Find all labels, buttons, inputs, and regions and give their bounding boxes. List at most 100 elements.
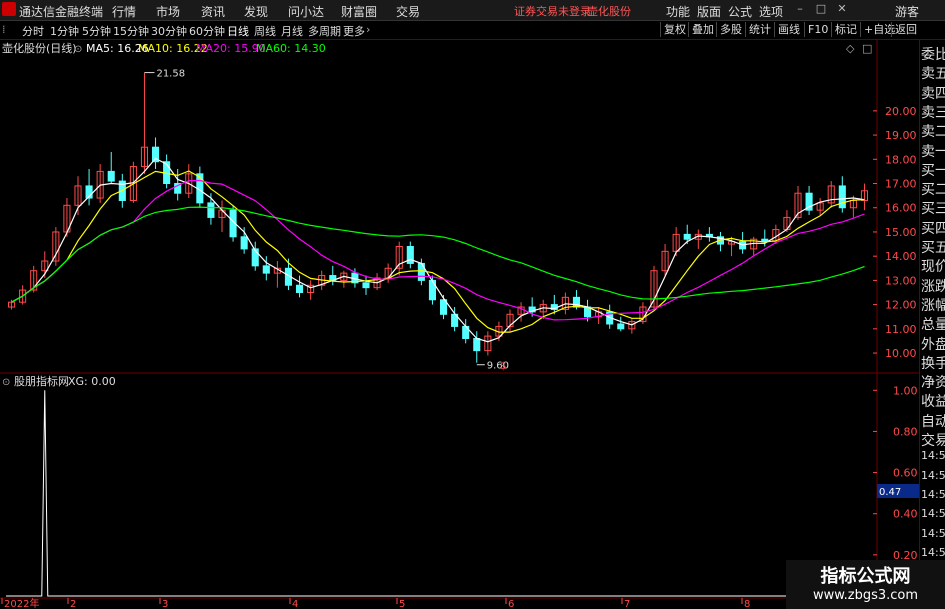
side-item-24[interactable]: 14:56: [921, 507, 945, 520]
watermark-url: www.zbgs3.com: [812, 588, 919, 603]
side-item-20[interactable]: 交易: [921, 430, 945, 450]
side-item-26[interactable]: 14:56: [921, 546, 945, 559]
period-weekly[interactable]: 周线: [254, 23, 276, 39]
main-chart-title: 壶化股份(日线): [2, 41, 77, 55]
btn-diejia[interactable]: 叠加: [688, 22, 717, 37]
kline-chart[interactable]: 壶化股份(日线) ⊙ MA5: 16.26 MA10: 16.22 MA20: …: [0, 40, 919, 609]
indicator-title: 股朋指标网: [14, 374, 69, 388]
quote-side-panel: 委比 卖五 卖四 卖三 卖二 卖一 买一 买二 买三 买四 买五 现价 涨跌 涨幅 总量 外盘 换手 净资 收益 自动…: [919, 40, 945, 609]
menu-hangqing[interactable]: 行情: [112, 3, 136, 20]
period-fenshi[interactable]: 分时: [22, 23, 44, 39]
maximize-icon[interactable]: □: [813, 2, 829, 16]
btn-biaoji[interactable]: 标记: [831, 22, 860, 37]
period-15min[interactable]: 15分钟: [113, 23, 149, 39]
side-item-16[interactable]: 换手: [921, 353, 945, 373]
ind-ytick-label: 0.60: [893, 467, 918, 480]
candle-body: [683, 233, 691, 240]
guest-user-label[interactable]: 游客: [895, 3, 919, 20]
period-30min[interactable]: 30分钟: [151, 23, 187, 39]
menu-banmian[interactable]: 版面: [697, 3, 721, 20]
main-ytick-label: 20.00: [885, 105, 917, 118]
menu-caifuquan[interactable]: 财富圈: [341, 3, 377, 20]
candle-body: [251, 248, 259, 267]
side-item-13[interactable]: 涨幅: [921, 295, 945, 315]
indicator-header: ⊙ 股朋指标网 XG: 0.00: [2, 374, 116, 388]
main-ytick-label: 17.00: [885, 178, 917, 191]
side-item-1[interactable]: 卖五: [921, 63, 945, 83]
period-60min[interactable]: 60分钟: [189, 23, 225, 39]
period-toolbar: ⁞ 分时 1分钟 5分钟 15分钟 30分钟 60分钟 日线 周线 月线 多周期…: [0, 21, 945, 40]
side-item-3[interactable]: 卖三: [921, 102, 945, 122]
candle-body: [240, 236, 248, 250]
main-ytick-label: 13.00: [885, 274, 917, 287]
ind-ytick-label: 1.00: [893, 384, 918, 397]
indicator-value: XG: 0.00: [68, 375, 116, 388]
period-daily[interactable]: 日线: [227, 23, 249, 39]
menu-wenxiaoda[interactable]: 问小达: [288, 3, 324, 20]
side-item-9[interactable]: 买四: [921, 218, 945, 238]
btn-fanhui[interactable]: 返回: [891, 22, 920, 37]
xtick-label: 7: [624, 599, 630, 609]
candle-body: [295, 284, 304, 293]
period-1min[interactable]: 1分钟: [50, 23, 79, 39]
side-item-15[interactable]: 外盘: [921, 334, 945, 354]
period-monthly[interactable]: 月线: [281, 23, 303, 39]
side-item-0[interactable]: 委比: [921, 44, 945, 64]
xtick-label: 6: [508, 599, 514, 609]
main-ytick-label: 19.00: [885, 129, 917, 142]
main-ytick-label: 14.00: [885, 250, 917, 263]
main-ytick-label: 16.00: [885, 202, 917, 215]
trade-login-notice[interactable]: 证券交易未登录: [514, 3, 591, 19]
period-more[interactable]: 更多: [343, 23, 365, 39]
side-item-7[interactable]: 买二: [921, 179, 945, 199]
menu-zixun[interactable]: 资讯: [201, 3, 225, 20]
title-stock-name: 壶化股份: [587, 5, 631, 18]
ex-rights-marker[interactable]: $: [500, 361, 506, 372]
menu-jiaoyi[interactable]: 交易: [396, 3, 420, 20]
side-item-25[interactable]: 14:56: [921, 527, 945, 540]
main-ytick-label: 15.00: [885, 226, 917, 239]
side-item-6[interactable]: 买一: [921, 160, 945, 180]
btn-tongji[interactable]: 统计: [745, 22, 774, 37]
side-item-10[interactable]: 买五: [921, 237, 945, 257]
menu-gongshi[interactable]: 公式: [728, 3, 752, 20]
title-bar: 通达信金融终端 行情 市场 资讯 发现 问小达 财富圈 交易 证券交易未登录 壶…: [0, 0, 945, 21]
side-item-11[interactable]: 现价: [921, 256, 945, 276]
toolbar-handle-icon: ⁞: [2, 23, 6, 36]
side-item-14[interactable]: 总量: [921, 314, 945, 334]
btn-f10[interactable]: F10: [804, 22, 831, 37]
period-5min[interactable]: 5分钟: [82, 23, 111, 39]
side-item-19[interactable]: 自动: [921, 411, 945, 431]
side-item-8[interactable]: 买三: [921, 198, 945, 218]
side-item-17[interactable]: 净资: [921, 372, 945, 392]
expand-icon[interactable]: ◇: [846, 42, 855, 55]
candle-body: [838, 185, 846, 209]
btn-duogu[interactable]: 多股: [716, 22, 745, 37]
title-dropdown-icon[interactable]: ⊙: [74, 44, 82, 55]
side-item-21[interactable]: 14:55: [921, 449, 945, 462]
menu-xuanxiang[interactable]: 选项: [759, 3, 783, 20]
ind-ytick-label: 0.40: [893, 508, 918, 521]
btn-huaxian[interactable]: 画线: [774, 22, 803, 37]
side-item-22[interactable]: 14:55: [921, 469, 945, 482]
menu-shichang[interactable]: 市场: [156, 3, 180, 20]
indicator-current-value: 0.47: [879, 487, 901, 498]
close-icon[interactable]: ✕: [834, 2, 850, 16]
side-item-12[interactable]: 涨跌: [921, 276, 945, 296]
side-item-2[interactable]: 卖四: [921, 83, 945, 103]
period-multi[interactable]: 多周期: [308, 23, 341, 39]
close-panel-icon[interactable]: □: [862, 42, 872, 55]
minimize-icon[interactable]: –: [792, 2, 808, 16]
menu-gongneng[interactable]: 功能: [666, 3, 690, 20]
menu-faxian[interactable]: 发现: [244, 3, 268, 20]
more-chevron-icon[interactable]: ›: [366, 23, 370, 36]
main-ytick-label: 12.00: [885, 299, 917, 312]
main-ytick-label: 10.00: [885, 347, 917, 360]
btn-fuquan[interactable]: 复权: [660, 22, 689, 37]
side-item-5[interactable]: 卖一: [921, 141, 945, 161]
side-item-23[interactable]: 14:55: [921, 488, 945, 501]
side-item-4[interactable]: 卖二: [921, 121, 945, 141]
candle-body: [262, 265, 270, 274]
indicator-dropdown-icon[interactable]: ⊙: [2, 377, 10, 388]
side-item-18[interactable]: 收益: [921, 391, 945, 411]
